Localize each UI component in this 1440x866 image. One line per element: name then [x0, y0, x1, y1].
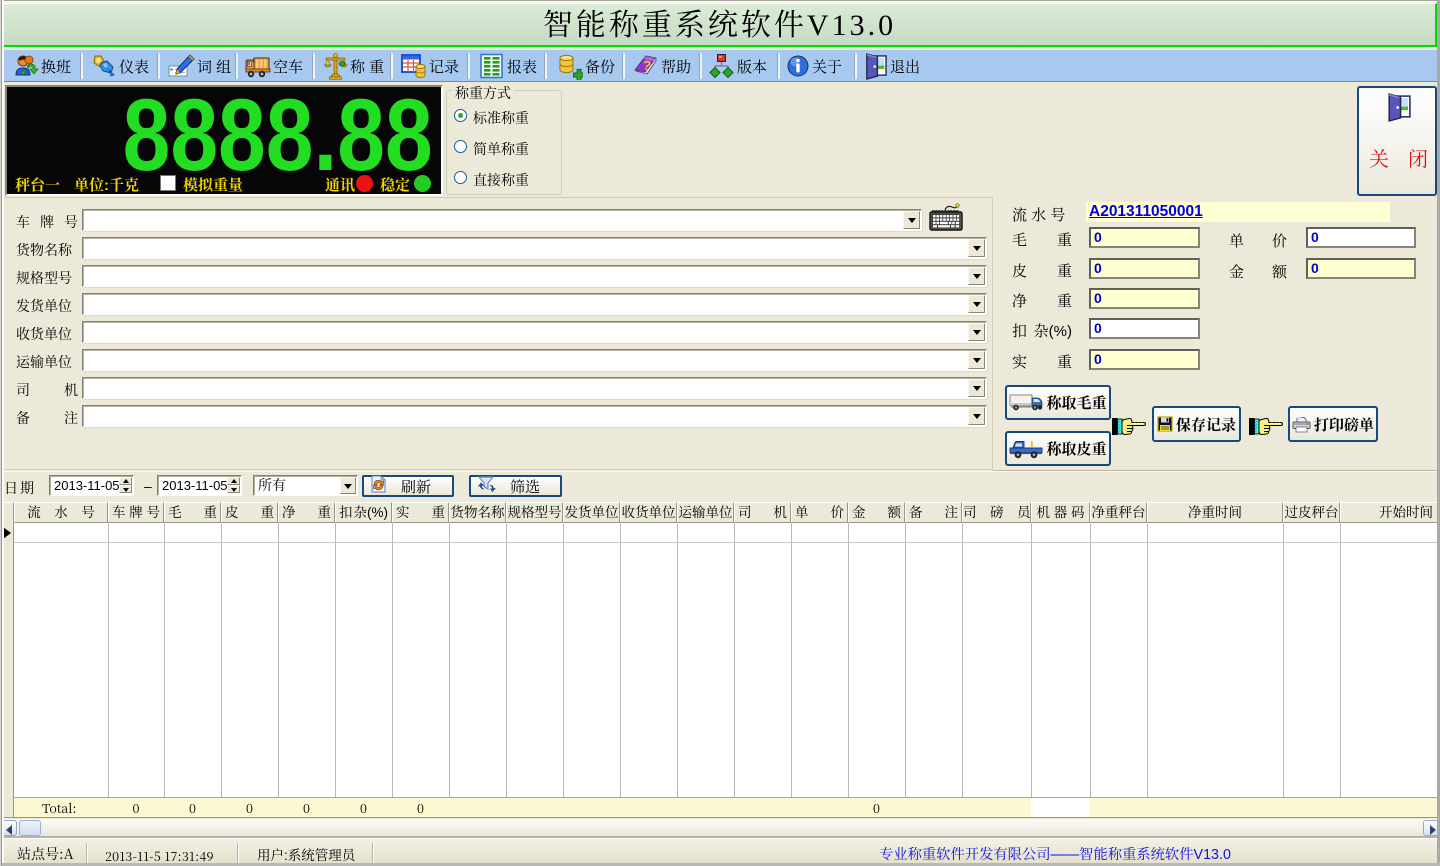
svg-text:?: ? [642, 57, 652, 73]
